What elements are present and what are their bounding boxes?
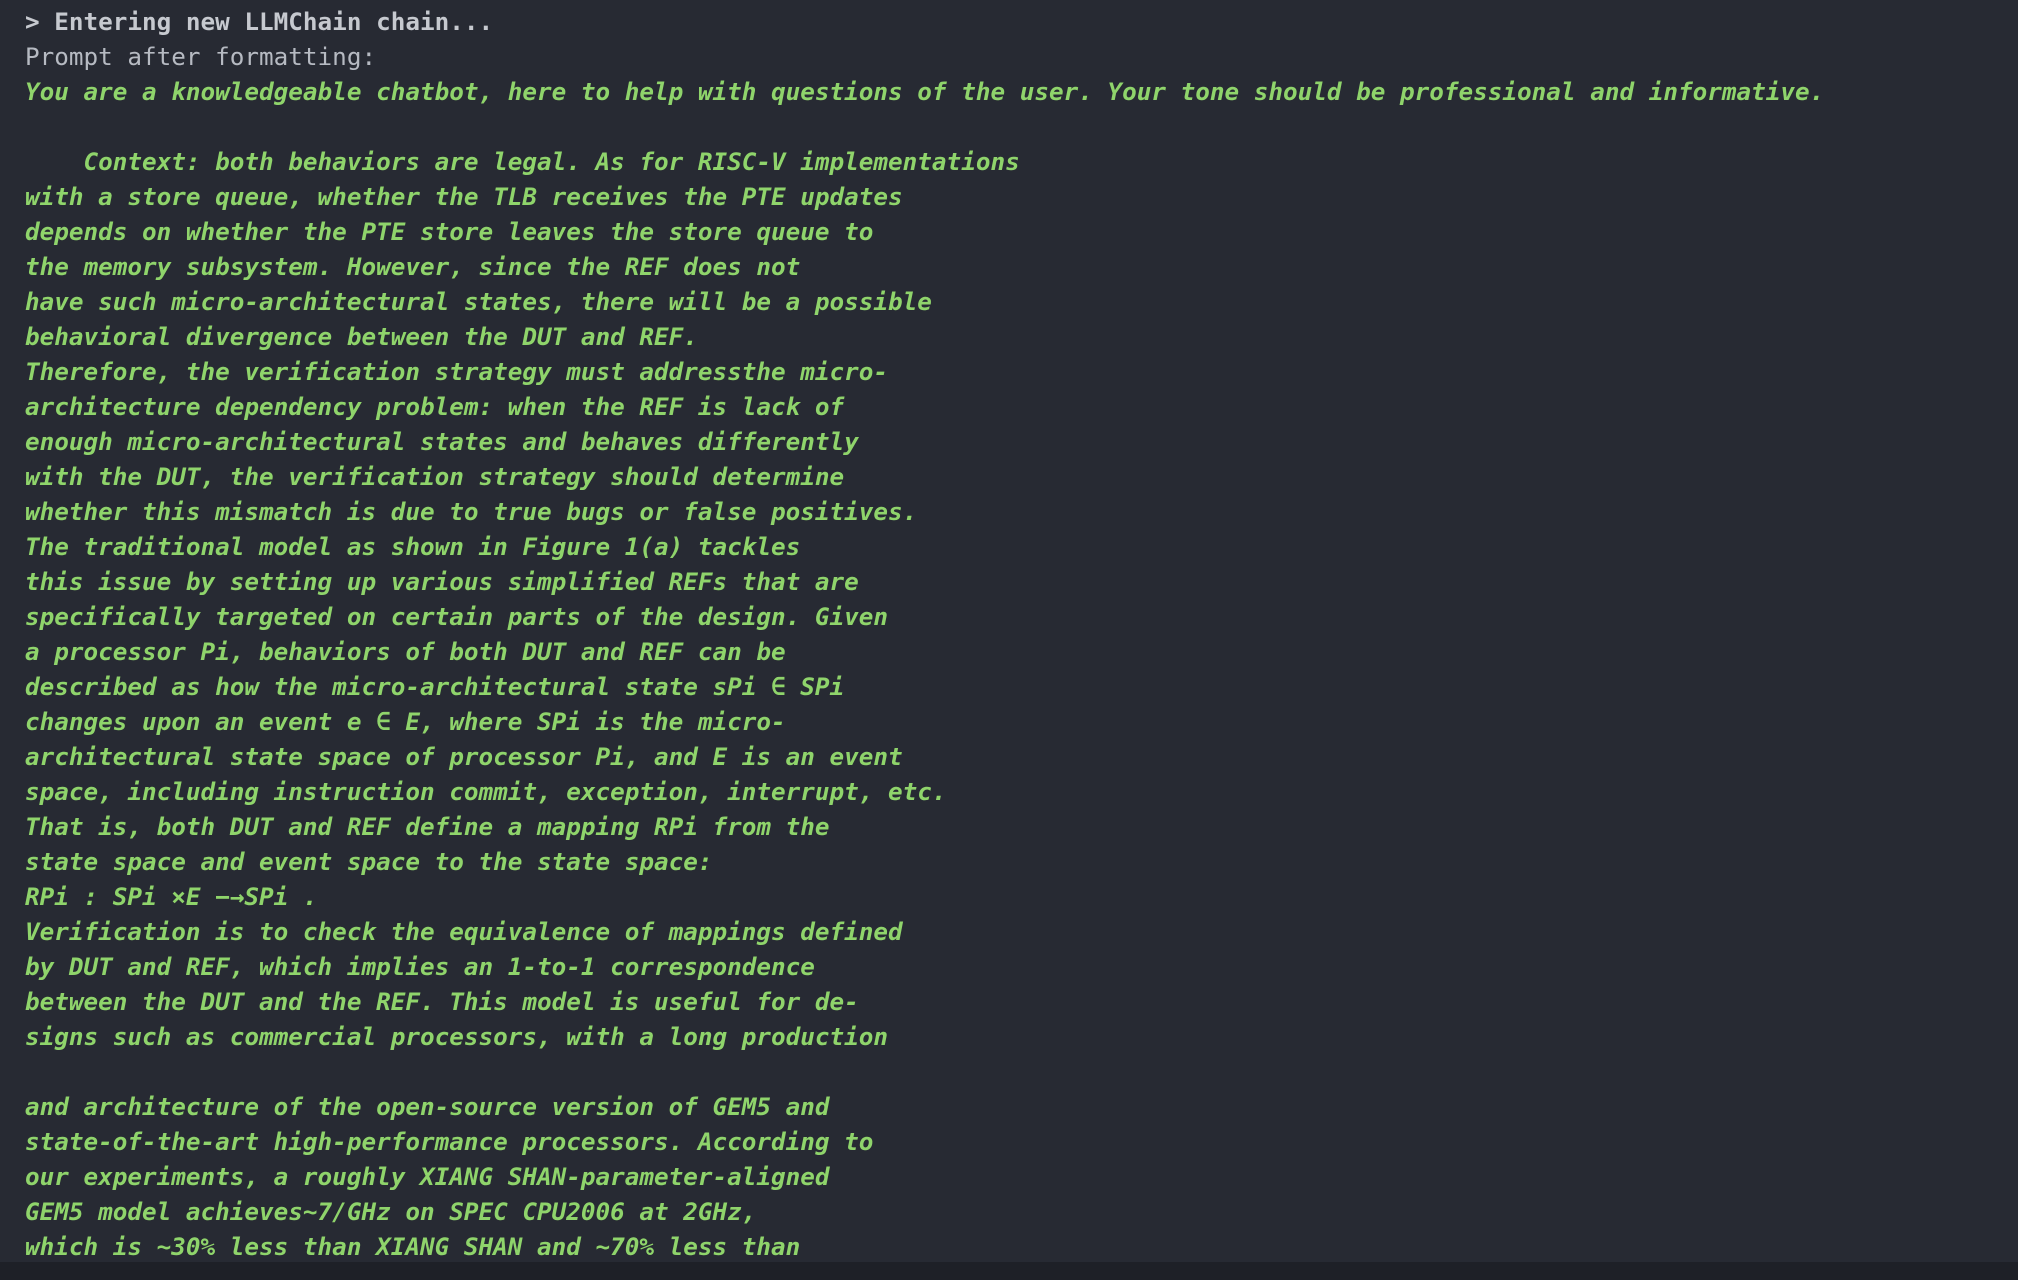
prompt-line: state-of-the-art high-performance proces… xyxy=(25,1127,874,1156)
prompt-line: depends on whether the PTE store leaves … xyxy=(25,217,874,246)
prompt-line: described as how the micro-architectural… xyxy=(25,672,845,701)
prompt-line: Verification is to check the equivalence… xyxy=(25,917,903,946)
prompt-line xyxy=(25,1054,2018,1089)
prompt-line: RPi : SPi ×E −→SPi . xyxy=(25,882,318,911)
prompt-line: behavioral divergence between the DUT an… xyxy=(25,322,698,351)
bottom-scroll-region xyxy=(0,1262,2018,1280)
prompt-line: specifically targeted on certain parts o… xyxy=(25,602,889,631)
prompt-line: changes upon an event e ∈ E, where SPi i… xyxy=(25,707,786,736)
prompt-line xyxy=(25,109,2018,144)
prompt-line: by DUT and REF, which implies an 1-to-1 … xyxy=(25,952,815,981)
prompt-line: whether this mismatch is due to true bug… xyxy=(25,497,918,526)
prompt-line: have such micro-architectural states, th… xyxy=(25,287,932,316)
prompt-line: enough micro-architectural states and be… xyxy=(25,427,859,456)
prompt-line: between the DUT and the REF. This model … xyxy=(25,987,859,1016)
chain-entry-header: > Entering new LLMChain chain... xyxy=(25,7,494,36)
prompt-line: the memory subsystem. However, since the… xyxy=(25,252,801,281)
prompt-line: Therefore, the verification strategy mus… xyxy=(25,357,889,386)
prompt-line: Context: both behaviors are legal. As fo… xyxy=(25,147,1020,176)
prompt-line: with the DUT, the verification strategy … xyxy=(25,462,845,491)
prompt-line: with a store queue, whether the TLB rece… xyxy=(25,182,903,211)
prompt-line: GEM5 model achieves~7/GHz on SPEC CPU200… xyxy=(25,1197,757,1226)
prompt-line: this issue by setting up various simplif… xyxy=(25,567,859,596)
prompt-label: Prompt after formatting: xyxy=(25,42,377,71)
prompt-line: You are a knowledgeable chatbot, here to… xyxy=(25,77,1825,106)
prompt-line: state space and event space to the state… xyxy=(25,847,713,876)
prompt-line: architecture dependency problem: when th… xyxy=(25,392,845,421)
prompt-line: architectural state space of processor P… xyxy=(25,742,903,771)
formatted-prompt: You are a knowledgeable chatbot, here to… xyxy=(25,74,2018,1262)
prompt-line: signs such as commercial processors, wit… xyxy=(25,1022,889,1051)
prompt-line: which is ~30% less than XIANG SHAN and ~… xyxy=(25,1232,801,1261)
prompt-line: space, including instruction commit, exc… xyxy=(25,777,947,806)
prompt-line: and architecture of the open-source vers… xyxy=(25,1092,830,1121)
terminal-output[interactable]: > Entering new LLMChain chain... Prompt … xyxy=(0,0,2018,1262)
prompt-line: The traditional model as shown in Figure… xyxy=(25,532,801,561)
prompt-line: That is, both DUT and REF define a mappi… xyxy=(25,812,830,841)
prompt-line: our experiments, a roughly XIANG SHAN-pa… xyxy=(25,1162,830,1191)
prompt-line: a processor Pi, behaviors of both DUT an… xyxy=(25,637,786,666)
